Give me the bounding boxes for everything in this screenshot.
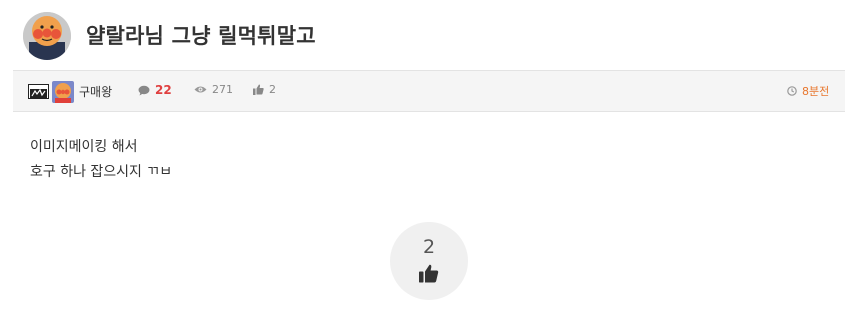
level-badge-icon [28, 84, 49, 99]
clock-icon [787, 86, 797, 96]
anpanman-avatar-icon [23, 12, 71, 60]
comment-icon [138, 85, 150, 95]
content-line: 호구 하나 잡으시지 ㄲㅂ [30, 164, 173, 180]
content-line: 이미지메이킹 해서 [30, 139, 138, 155]
post-time: 8분전 [802, 85, 830, 98]
comment-meta: 22 [138, 83, 172, 97]
anpanman-mini-icon [52, 81, 74, 103]
like-count: 2 [269, 83, 276, 96]
post-title: 얄랄라님 그냥 릴먹튀말고 [86, 24, 316, 48]
post-meta-bar: 구매왕 22 271 2 8분전 [13, 70, 845, 112]
author-mini-avatar[interactable] [52, 81, 74, 103]
recommend-count: 2 [422, 236, 436, 258]
author-name[interactable]: 구매왕 [79, 83, 112, 100]
thumbs-up-icon [253, 84, 264, 95]
view-count: 271 [212, 83, 233, 96]
thumbs-up-icon [419, 264, 439, 283]
recommend-button[interactable]: 2 [390, 222, 468, 300]
view-meta: 271 [194, 83, 233, 96]
comment-count: 22 [155, 83, 172, 97]
time-meta: 8분전 [787, 83, 829, 99]
author-avatar[interactable] [23, 12, 71, 60]
eye-icon [194, 86, 207, 93]
post-content: 이미지메이킹 해서 호구 하나 잡으시지 ㄲㅂ [30, 135, 172, 185]
like-meta: 2 [253, 83, 276, 96]
